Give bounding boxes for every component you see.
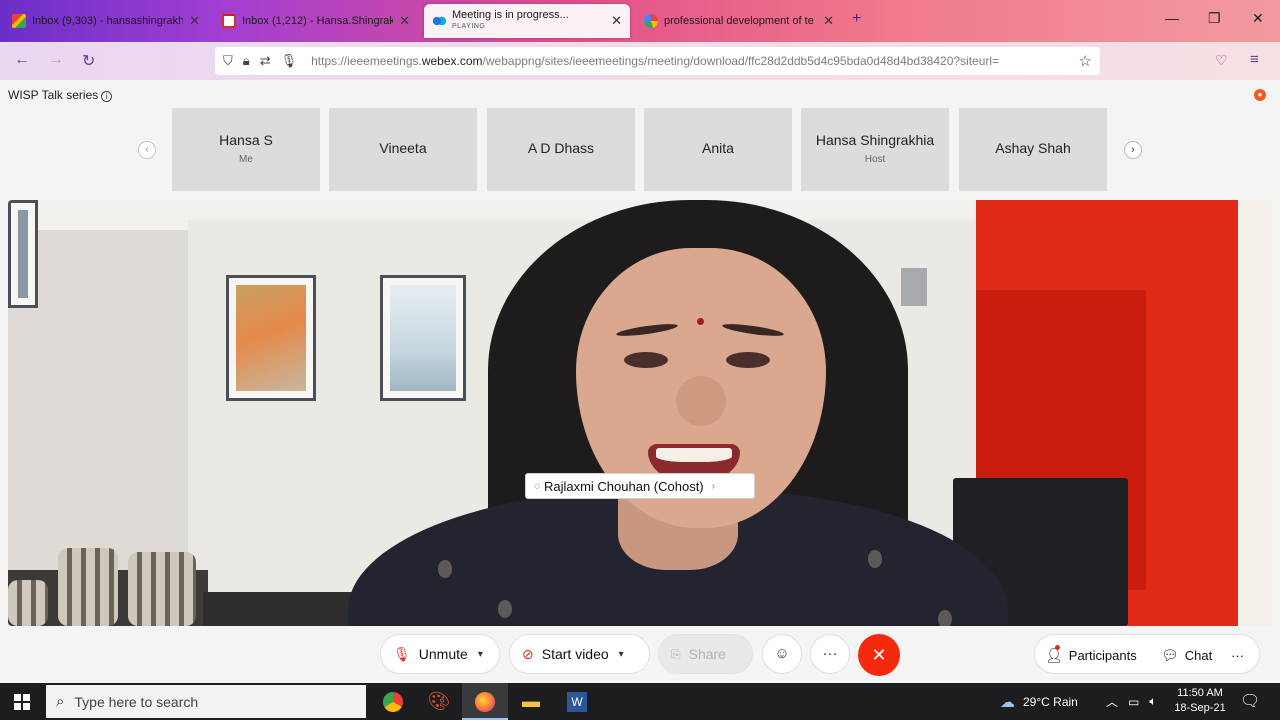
audio-wave-icon: ◌ (534, 480, 540, 492)
more-panels-button[interactable]: ··· (1231, 635, 1244, 675)
close-icon[interactable]: ✕ (611, 13, 622, 29)
taskbar-clock[interactable]: 11:50 AM 18-Sep-21 (1172, 686, 1228, 716)
participant-name: A D Dhass (527, 140, 595, 156)
bookmark-star-icon[interactable]: ☆ (1079, 52, 1092, 70)
gmail-icon (222, 14, 236, 28)
share-screen-icon: ⎘ (671, 646, 681, 661)
browser-tab-strip: Inbox (9,303) - hansashingrakhi ✕ Inbox … (0, 0, 1280, 42)
notification-dot (1055, 644, 1060, 650)
reactions-button[interactable]: ☺ (762, 634, 802, 674)
microphone-muted-icon: 🎙︎ (393, 645, 411, 662)
wall-painting (226, 275, 316, 401)
active-speaker-video[interactable] (8, 200, 1272, 626)
participant-name: Ashay Shah (995, 140, 1071, 156)
chevron-up-icon[interactable]: ︿ (1106, 693, 1118, 710)
pocket-icon[interactable]: ♡ (1215, 52, 1228, 69)
close-icon[interactable]: ✕ (189, 13, 200, 29)
info-icon[interactable]: i (101, 91, 113, 102)
wall-painting (380, 275, 466, 401)
unmute-button[interactable]: 🎙︎ Unmute ▾ (380, 634, 500, 674)
participant-tile[interactable]: Ashay Shah (959, 108, 1107, 191)
participant-tile[interactable]: Anita (644, 108, 792, 191)
reload-button[interactable]: ↻ (82, 51, 95, 71)
browser-toolbar: ← → ↻ ⛉ 🔒︎ ⇄ 🎙︎ https://ieeemeetings.web… (0, 42, 1280, 80)
tab-title: Inbox (1,212) - Hansa.Shingrakhi (242, 15, 394, 27)
participant-tile[interactable]: Vineeta (329, 108, 477, 191)
webex-icon (432, 14, 446, 28)
back-button[interactable]: ← (14, 51, 30, 69)
tab-gmail-inbox-2[interactable]: Inbox (1,212) - Hansa.Shingrakhi ✕ (214, 5, 418, 37)
participant-name: Hansa S (219, 132, 273, 148)
participant-tile[interactable]: Hansa S Me (172, 108, 320, 191)
url-text[interactable]: https://ieeemeetings.webex.com/webappng/… (311, 54, 1071, 68)
meeting-title[interactable]: WISP Talk series i (8, 88, 113, 102)
tab-title: Meeting is in progress... (452, 10, 569, 21)
gmail-icon (12, 14, 26, 28)
participant-name: Vineeta (379, 140, 427, 156)
leave-meeting-button[interactable]: ✕ (858, 634, 900, 676)
participant-role: Me (239, 154, 253, 165)
webex-meeting: WISP Talk series i ● ‹ Hansa S Me Vineeta… (0, 80, 1280, 683)
tab-gmail-inbox-1[interactable]: Inbox (9,303) - hansashingrakhi ✕ (4, 5, 208, 37)
tab-google-search[interactable]: professional development of te ✕ (636, 5, 842, 37)
minimize-button[interactable]: — (1165, 10, 1179, 26)
windows-start-icon[interactable] (14, 694, 30, 710)
participant-strip-next[interactable]: › (1124, 141, 1142, 159)
network-icon[interactable]: ▭ (1128, 695, 1139, 709)
active-speaker-label[interactable]: ◌ Rajlaxmi Chouhan (Cohost) › (525, 473, 755, 499)
tab-playing-indicator: PLAYING (452, 23, 486, 30)
volume-icon[interactable]: 🔈︎ (1149, 694, 1156, 709)
participant-tile[interactable]: Hansa Shingrakhia Host (801, 108, 949, 191)
tab-title: Inbox (9,303) - hansashingrakhi (32, 15, 184, 27)
chat-button[interactable]: 💬︎ Chat (1161, 635, 1212, 675)
notification-dot-icon[interactable]: ● (1254, 89, 1266, 101)
system-tray: ︿ ▭ 🔈︎ (1106, 683, 1157, 720)
smiley-icon: ☺ (774, 645, 790, 662)
panel-toolbar: 👤︎ Participants 💬︎ Chat ··· (1034, 634, 1260, 674)
participant-tile[interactable]: A D Dhass (487, 108, 635, 191)
rain-cloud-icon: ☁ (1000, 693, 1015, 711)
permissions-icon[interactable]: ⇄ (260, 53, 271, 69)
windows-taskbar: ⌕ Type here to search 🎨︎ ▬ W ☁ 29°C Rain… (0, 683, 1280, 720)
close-icon[interactable]: ✕ (823, 13, 834, 29)
firefox-taskbar-icon[interactable] (462, 683, 508, 720)
more-options-button[interactable]: ··· (810, 634, 850, 674)
video-off-icon: ⊘ (522, 645, 534, 662)
address-bar[interactable]: ⛉ 🔒︎ ⇄ 🎙︎ https://ieeemeetings.webex.com… (215, 47, 1100, 75)
action-center-icon[interactable]: 🗨︎ (1240, 691, 1260, 711)
new-tab-button[interactable]: + (852, 10, 861, 28)
wall-painting (8, 200, 38, 308)
tab-webex-meeting[interactable]: Meeting is in progress... PLAYING ✕ (424, 4, 630, 38)
participants-button[interactable]: 👤︎ Participants (1045, 635, 1137, 675)
paint-taskbar-icon[interactable]: 🎨︎ (416, 683, 462, 720)
maximize-button[interactable]: ❐ (1208, 10, 1221, 27)
taskbar-search-box[interactable]: ⌕ Type here to search (46, 685, 366, 718)
chevron-down-icon[interactable]: ▾ (619, 649, 624, 660)
chevron-down-icon[interactable]: ▾ (478, 649, 483, 660)
shield-icon[interactable]: ⛉ (223, 53, 233, 69)
participant-name: Anita (702, 140, 734, 156)
chat-bubble-icon: 💬︎ (1161, 646, 1179, 663)
participant-strip-prev[interactable]: ‹ (138, 141, 156, 159)
lock-icon[interactable]: 🔒︎ (243, 53, 250, 69)
close-icon[interactable]: ✕ (399, 13, 410, 29)
hamburger-menu-icon[interactable]: ≡ (1250, 51, 1259, 68)
forward-button[interactable]: → (48, 51, 64, 69)
file-explorer-taskbar-icon[interactable]: ▬ (508, 683, 554, 720)
participant-role: Host (864, 154, 886, 165)
start-video-button[interactable]: ⊘ Start video ▾ (509, 634, 650, 674)
search-icon: ⌕ (56, 693, 65, 710)
tab-title: professional development of te (664, 15, 814, 27)
chrome-taskbar-icon[interactable] (370, 683, 416, 720)
window-close-button[interactable]: ✕ (1252, 10, 1264, 27)
word-taskbar-icon[interactable]: W (554, 683, 600, 720)
chevron-right-icon: › (711, 480, 715, 492)
google-icon (644, 14, 658, 28)
share-button[interactable]: ⎘ Share (658, 634, 753, 674)
participant-name: Hansa Shingrakhia (815, 132, 935, 148)
weather-widget[interactable]: ☁ 29°C Rain (1000, 683, 1078, 720)
microphone-icon[interactable]: 🎙︎ (281, 53, 298, 69)
participants-icon: 👤︎ (1045, 644, 1063, 663)
